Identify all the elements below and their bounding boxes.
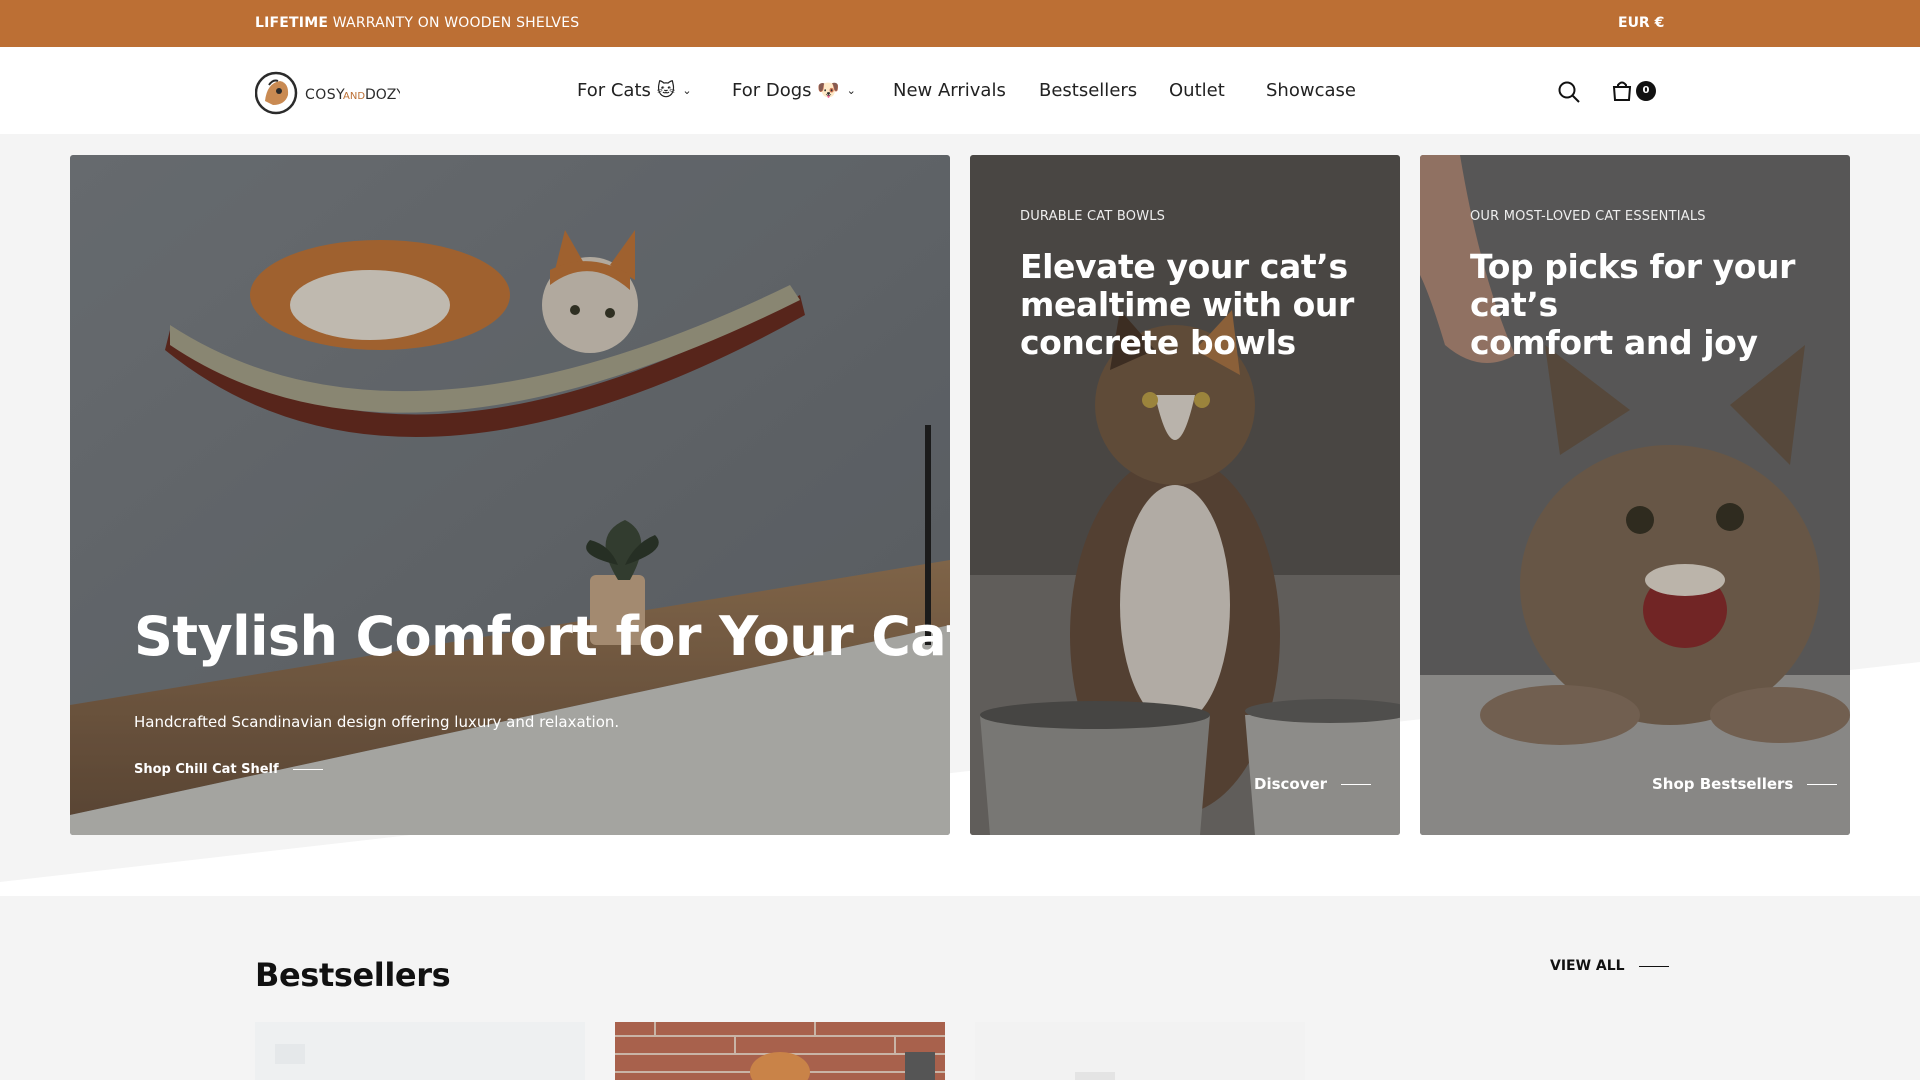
nav-item-for-cats[interactable]: For Cats 🐱 ⌄ <box>577 80 692 101</box>
svg-text:COSY: COSY <box>305 87 345 103</box>
view-all-label: VIEW ALL <box>1550 958 1625 974</box>
card-eyebrow: DURABLE CAT BOWLS <box>1020 209 1166 224</box>
nav-item-bestsellers[interactable]: Bestsellers <box>1039 80 1137 101</box>
product-card[interactable] <box>615 1022 945 1080</box>
product-image <box>975 1022 1305 1080</box>
shop-chill-cat-shelf-link[interactable]: Shop Chill Cat Shelf <box>134 762 323 777</box>
chevron-down-icon: ⌄ <box>846 84 856 97</box>
cart-count-badge: 0 <box>1636 81 1656 101</box>
product-card[interactable] <box>255 1022 585 1080</box>
cta-line <box>1341 783 1372 785</box>
headline-line: Top picks for your cat’s <box>1470 247 1796 324</box>
nav-label: Bestsellers <box>1039 80 1138 101</box>
nav-item-showcase[interactable]: Showcase <box>1266 80 1356 101</box>
nav-label: Outlet <box>1169 80 1225 101</box>
svg-text:DOZY: DOZY <box>365 87 400 103</box>
shop-bestsellers-link[interactable]: Shop Bestsellers <box>1652 775 1838 793</box>
cat-on-shelf-image <box>70 155 950 835</box>
bestsellers-title: Bestsellers <box>255 956 451 994</box>
logo[interactable]: COSY AND DOZY <box>254 71 405 115</box>
announcement-bar: LIFETIME WARRANTY ON WOODEN SHELVES EUR … <box>0 0 1920 47</box>
discover-link[interactable]: Discover <box>1254 775 1372 793</box>
site-header: COSY AND DOZY For Cats 🐱 ⌄ For Dogs 🐶 ⌄ … <box>0 47 1920 134</box>
cat-bowls-card[interactable]: DURABLE CAT BOWLS Elevate your cat’s mea… <box>970 155 1400 835</box>
logo-mark-icon: COSY AND DOZY <box>254 71 405 115</box>
product-card[interactable] <box>975 1022 1305 1080</box>
headline-line: comfort and joy <box>1470 323 1758 362</box>
nav-item-new-arrivals[interactable]: New Arrivals <box>893 80 1006 101</box>
card-headline: Elevate your cat’s mealtime with our con… <box>1020 248 1354 362</box>
nav-label: Showcase <box>1266 80 1356 101</box>
view-all-link[interactable]: VIEW ALL <box>1550 958 1669 974</box>
nav-label: New Arrivals <box>893 80 1006 101</box>
headline-line: Elevate your cat’s <box>1020 247 1348 286</box>
currency-selector[interactable]: EUR € <box>1618 15 1664 31</box>
cta-label: Discover <box>1254 775 1328 793</box>
hero-subtitle: Handcrafted Scandinavian design offering… <box>134 713 620 731</box>
nav-label: For Cats 🐱 <box>577 80 676 101</box>
hero-main-card[interactable]: Stylish Comfort for Your Cat Handcrafted… <box>70 155 950 835</box>
cta-label: Shop Bestsellers <box>1652 775 1794 793</box>
cta-label: Shop Chill Cat Shelf <box>134 762 279 777</box>
headline-line: concrete bowls <box>1020 323 1296 362</box>
chevron-down-icon: ⌄ <box>682 84 692 97</box>
product-image <box>615 1022 945 1080</box>
nav-item-outlet[interactable]: Outlet <box>1169 80 1225 101</box>
nav-item-for-dogs[interactable]: For Dogs 🐶 ⌄ <box>732 80 856 101</box>
bestsellers-card[interactable]: OUR MOST-LOVED CAT ESSENTIALS Top picks … <box>1420 155 1850 835</box>
cta-line <box>292 769 323 770</box>
announcement-message: LIFETIME WARRANTY ON WOODEN SHELVES <box>255 15 580 31</box>
card-eyebrow: OUR MOST-LOVED CAT ESSENTIALS <box>1470 209 1706 224</box>
card-headline: Top picks for your cat’s comfort and joy <box>1470 248 1850 362</box>
view-all-line <box>1638 965 1669 967</box>
cta-line <box>1807 783 1838 785</box>
nav-label: For Dogs 🐶 <box>732 80 840 101</box>
search-icon[interactable] <box>1557 80 1581 108</box>
headline-line: mealtime with our <box>1020 285 1354 324</box>
svg-text:AND: AND <box>343 91 365 102</box>
product-image <box>255 1022 585 1080</box>
hero-title: Stylish Comfort for Your Cat <box>134 605 950 668</box>
cart-icon[interactable] <box>1611 80 1633 106</box>
